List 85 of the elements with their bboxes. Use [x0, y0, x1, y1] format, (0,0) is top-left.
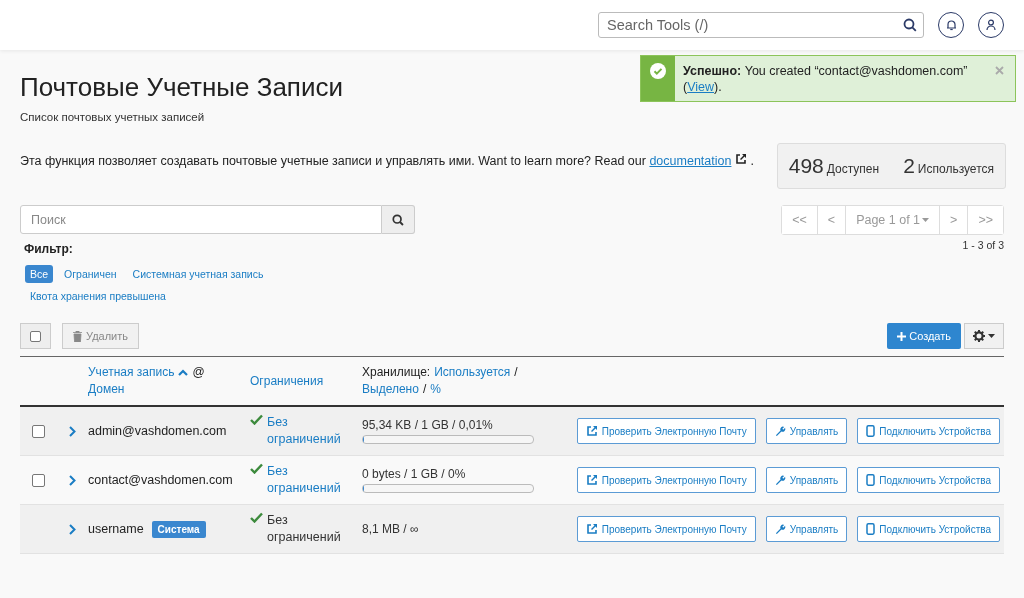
search-icon — [392, 213, 404, 226]
pagination-button[interactable]: >> — [967, 206, 1003, 234]
phone-icon — [866, 425, 876, 437]
expand-icon[interactable] — [68, 425, 76, 437]
view-link[interactable]: View — [687, 80, 715, 94]
check-icon — [250, 512, 263, 523]
column-sort-link[interactable]: Учетная запись — [88, 364, 175, 381]
select-all-button[interactable] — [20, 323, 51, 349]
external-link-icon — [734, 153, 747, 165]
row-checkbox[interactable] — [31, 473, 45, 487]
notifications-button[interactable] — [938, 12, 964, 38]
create-button[interactable]: Создать — [887, 323, 961, 349]
action-button[interactable]: Управлять — [765, 418, 848, 444]
delete-button[interactable]: Удалить — [62, 323, 139, 349]
bell-icon — [945, 19, 957, 31]
stat-value: 498 — [788, 154, 824, 178]
column-header-text: Хранилище: — [362, 364, 431, 381]
column-header-text: @ — [192, 364, 205, 381]
column-sort-link[interactable]: Ограничения — [250, 372, 324, 390]
gear-icon — [973, 330, 985, 342]
caret-icon — [988, 334, 995, 338]
account-name: admin@vashdomen.com — [88, 424, 227, 438]
action-button[interactable]: Управлять — [765, 516, 848, 542]
stat-label: Используется — [917, 162, 994, 176]
settings-button[interactable] — [964, 323, 1004, 349]
wrench-icon — [774, 523, 786, 535]
checkbox[interactable] — [30, 330, 41, 342]
search-icon — [903, 18, 917, 32]
filter-option[interactable]: Все — [25, 265, 54, 283]
external-link-icon — [585, 425, 598, 437]
notice-message: Успешно: You created “contact@vashdomen.com” (View). — [682, 63, 969, 96]
user-button[interactable] — [978, 12, 1004, 38]
check-icon — [250, 414, 263, 425]
sort-up-icon[interactable] — [178, 369, 189, 376]
stat-value: 2 — [903, 154, 915, 178]
caret-icon — [922, 218, 930, 222]
description-text: Эта функция позволяет создавать почтовые учетные записи и управлять ими. Want to learn more? Read our documentation . — [20, 153, 754, 168]
action-button[interactable]: Управлять — [765, 467, 848, 493]
column-header-text: / — [422, 381, 427, 398]
phone-icon — [866, 523, 876, 535]
column-sort-link[interactable]: Домен — [88, 381, 125, 398]
wrench-icon — [774, 425, 786, 437]
check-circle-icon — [650, 63, 666, 79]
row-checkbox[interactable] — [31, 424, 45, 438]
page-subtitle: Список почтовых учетных записей — [20, 111, 206, 123]
search-field[interactable]: Поиск — [20, 205, 382, 234]
trash-icon — [73, 330, 82, 342]
column-header-text: / — [514, 364, 518, 381]
filter-option[interactable]: Ограничен — [59, 265, 122, 283]
action-button[interactable]: Проверить Электронную Почту — [576, 516, 756, 542]
storage-usage: 0 bytes / 1 GB / 0% — [362, 467, 467, 481]
column-sort-link[interactable]: % — [430, 381, 441, 398]
search-button[interactable] — [382, 205, 415, 234]
filter-option[interactable]: Системная учетная запись — [127, 265, 269, 283]
column-sort-link[interactable]: Выделено — [362, 381, 419, 398]
account-name: username — [88, 522, 144, 536]
storage-usage: 8,1 MB / ∞ — [362, 522, 420, 536]
restriction-link[interactable]: Без ограничений — [267, 414, 347, 448]
action-button[interactable]: Проверить Электронную Почту — [576, 418, 756, 444]
plus-icon — [897, 331, 907, 341]
phone-icon — [866, 474, 876, 486]
external-link-icon — [585, 523, 598, 535]
system-badge: Система — [151, 520, 206, 538]
expand-icon[interactable] — [68, 474, 76, 486]
check-icon — [250, 463, 263, 474]
action-button[interactable]: Подключить Устройства — [857, 467, 1000, 493]
action-button[interactable]: Подключить Устройства — [857, 516, 1000, 542]
user-icon — [986, 19, 996, 31]
wrench-icon — [774, 474, 786, 486]
account-name: contact@vashdomen.com — [88, 473, 233, 487]
restriction-link[interactable]: Без ограничений — [267, 463, 347, 497]
documentation-link[interactable]: documentation — [649, 154, 732, 168]
column-sort-link[interactable]: Используется — [434, 364, 511, 381]
range-text: 1 - 3 of 3 — [962, 239, 1004, 251]
stat-label: Доступен — [826, 162, 880, 176]
filter-option[interactable]: Квота хранения превышена — [25, 287, 171, 305]
action-button[interactable]: Проверить Электронную Почту — [576, 467, 756, 493]
expand-icon[interactable] — [68, 523, 76, 535]
restriction-text: Без ограничений — [267, 512, 342, 546]
page-title: Почтовые Учетные Записи — [20, 72, 343, 103]
search-tools-field[interactable]: Search Tools (/) — [598, 12, 924, 38]
action-button[interactable]: Подключить Устройства — [857, 418, 1000, 444]
storage-usage: 95,34 KB / 1 GB / 0,01% — [362, 418, 494, 432]
external-link-icon — [585, 474, 598, 486]
filter-label: Фильтр: — [24, 242, 73, 256]
